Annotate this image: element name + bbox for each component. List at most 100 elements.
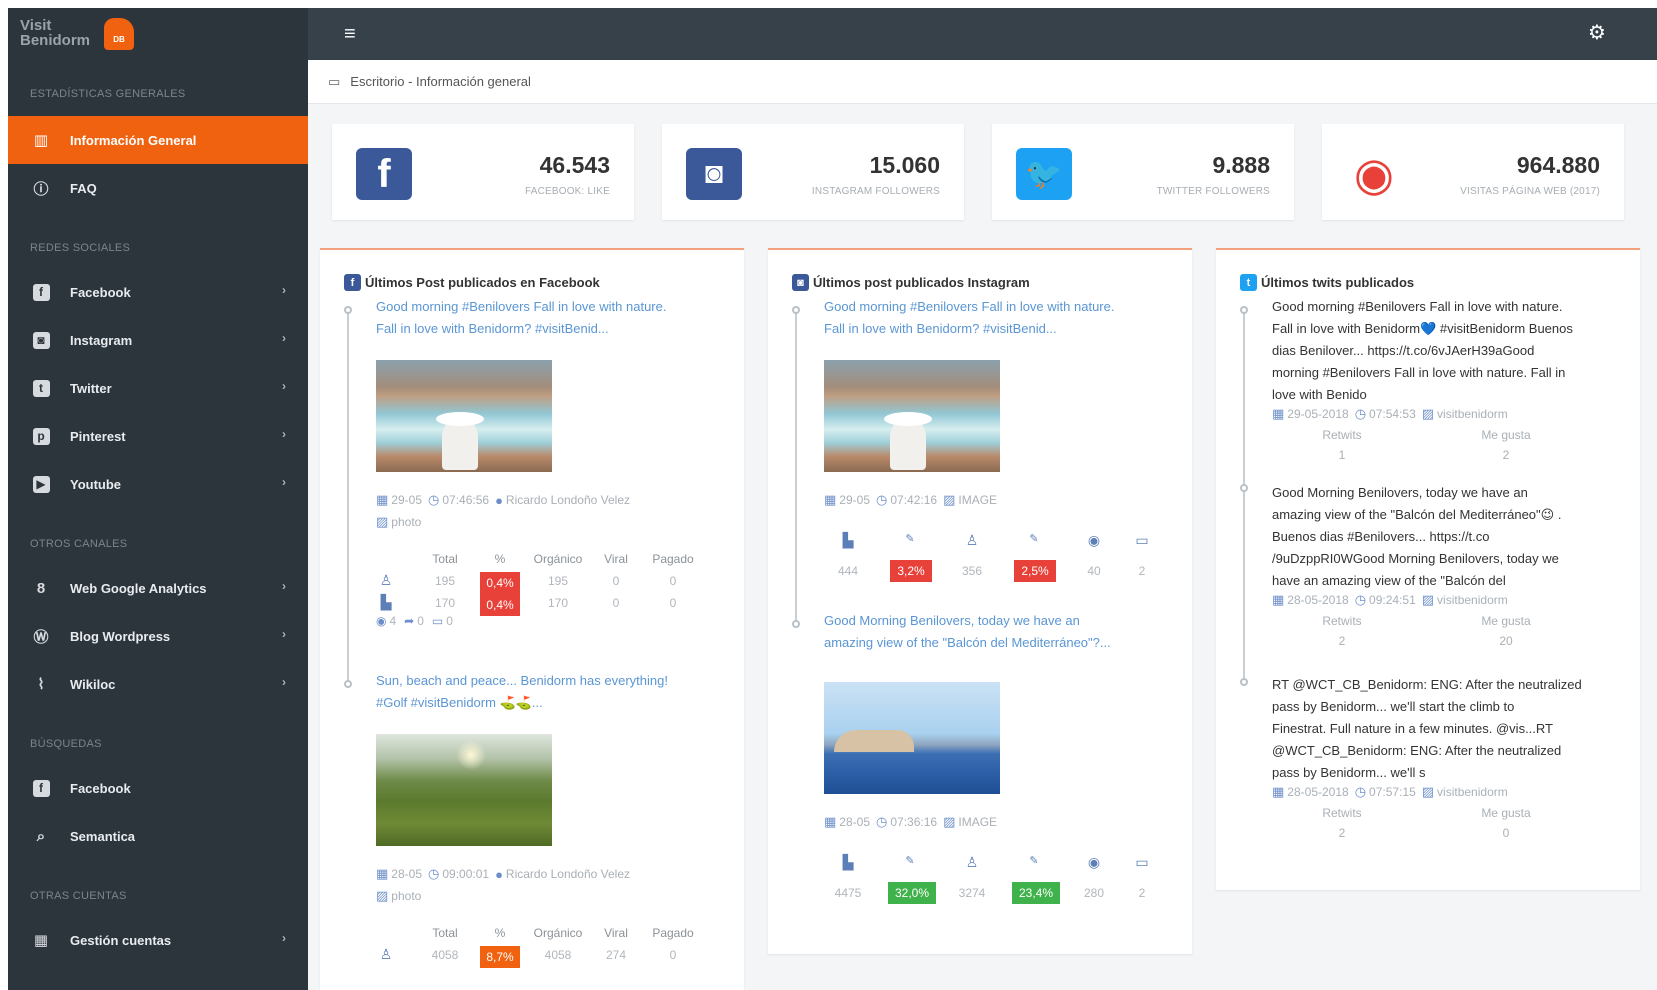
retweets-label: Retwits bbox=[1322, 428, 1362, 442]
post-time: 07:36:16 bbox=[890, 815, 938, 829]
stat-value: 40 bbox=[1087, 564, 1101, 578]
post-link[interactable]: Good morning #Benilovers Fall in love wi… bbox=[824, 296, 1114, 340]
sidebar-item-label: Web Google Analytics bbox=[70, 580, 207, 596]
chevron-right-icon: › bbox=[282, 627, 286, 641]
sidebar-item-analytics[interactable]: 8 Web Google Analytics › bbox=[8, 564, 308, 612]
pencil-icon: ✎ bbox=[905, 855, 915, 867]
image-icon: ▨ bbox=[943, 492, 956, 507]
post-link[interactable]: Good morning #Benilovers Fall in love wi… bbox=[376, 296, 666, 340]
sidebar-item-faq[interactable]: ⓘ FAQ bbox=[8, 164, 308, 212]
monitor-icon: ▭ bbox=[328, 73, 341, 89]
brand-name: Visit Benidorm bbox=[20, 17, 91, 49]
clock-icon: ◷ bbox=[876, 814, 888, 829]
tweet-time: 09:24:51 bbox=[1369, 593, 1416, 607]
stat-value: 444 bbox=[837, 564, 859, 578]
tweet-user[interactable]: visitbenidorm bbox=[1437, 407, 1508, 421]
wikiloc-icon: ⌇ bbox=[37, 676, 45, 693]
timeline-dot bbox=[344, 680, 352, 688]
timeline-dot bbox=[1240, 484, 1248, 492]
google-icon: 8 bbox=[36, 579, 46, 597]
likes-count: 0 bbox=[1502, 826, 1510, 840]
likes-count: 2 bbox=[1502, 448, 1510, 462]
sidebar-item-semantica[interactable]: ⌕ Semantica bbox=[8, 812, 308, 860]
panel-title: t Últimos twits publicados bbox=[1240, 274, 1414, 291]
timeline-dot bbox=[1240, 678, 1248, 686]
sidebar-item-label: Semantica bbox=[70, 828, 136, 844]
sidebar-item-youtube[interactable]: ▶ Youtube › bbox=[8, 460, 308, 508]
sidebar-item-busqueda-facebook[interactable]: f Facebook bbox=[8, 764, 308, 812]
cell: 4058 bbox=[544, 948, 572, 962]
stat-value: 15.060 bbox=[869, 152, 940, 178]
document-icon: ▙ bbox=[842, 532, 854, 548]
stat-label: INSTAGRAM FOLLOWERS bbox=[811, 186, 940, 197]
sidebar-item-wikiloc[interactable]: ⌇ Wikiloc › bbox=[8, 660, 308, 708]
clock-icon: ◷ bbox=[876, 492, 888, 507]
stat-card-instagram: ◙ 15.060 INSTAGRAM FOLLOWERS bbox=[662, 124, 964, 220]
accounts-icon: ▦ bbox=[33, 932, 49, 949]
twitter-icon: t bbox=[1240, 274, 1257, 291]
post-link[interactable]: Sun, beach and peace... Benidorm has eve… bbox=[376, 670, 668, 714]
sidebar-section-otras: OTRAS CUENTAS bbox=[30, 890, 127, 902]
post-author: Ricardo Londoño Velez bbox=[505, 867, 631, 881]
breadcrumb: ▭ Escritorio - Información general bbox=[308, 60, 1657, 104]
panel-facebook: f Últimos Post publicados en Facebook Go… bbox=[320, 248, 744, 990]
eye-icon: ◉ bbox=[1087, 854, 1101, 870]
brand-badge-icon: DB bbox=[104, 18, 134, 50]
hat-figure bbox=[884, 412, 932, 426]
post-link[interactable]: Good Morning Benilovers, today we have a… bbox=[824, 610, 1111, 654]
gear-icon[interactable]: ⚙ bbox=[1586, 22, 1608, 44]
timeline-dot bbox=[344, 306, 352, 314]
sidebar-item-label: Facebook bbox=[70, 284, 131, 300]
sidebar-item-label: Blog Wordpress bbox=[70, 628, 171, 644]
stat-card-web: ◉ 964.880 VISITAS PÁGINA WEB (2017) bbox=[1322, 124, 1624, 220]
sidebar-item-twitter[interactable]: t Twitter › bbox=[8, 364, 308, 412]
pencil-icon: ✎ bbox=[1029, 533, 1039, 545]
calendar-icon: ▦ bbox=[1272, 592, 1285, 607]
breadcrumb-text: Escritorio - Información general bbox=[350, 74, 531, 89]
facebook-icon: f bbox=[30, 777, 52, 799]
col-total: Total bbox=[432, 926, 458, 940]
comment-count: 0 bbox=[446, 614, 453, 628]
instagram-icon: ◙ bbox=[792, 274, 809, 291]
post-time: 09:00:01 bbox=[442, 867, 490, 881]
cell: 4058 bbox=[431, 948, 459, 962]
sidebar-item-pinterest[interactable]: p Pinterest › bbox=[8, 412, 308, 460]
cell: 0 bbox=[669, 574, 677, 588]
user-icon: ▨ bbox=[1421, 784, 1435, 799]
logo[interactable]: Visit Benidorm DB bbox=[8, 8, 308, 60]
clock-icon: ◷ bbox=[1354, 406, 1367, 421]
post-meta: ▦ 28-05 ◷ 07:36:16 ▨ IMAGE bbox=[824, 814, 997, 830]
sidebar-item-instagram[interactable]: ◙ Instagram › bbox=[8, 316, 308, 364]
post-image[interactable] bbox=[824, 360, 1000, 472]
sidebar-section-redes: REDES SOCIALES bbox=[30, 242, 131, 254]
post-image[interactable] bbox=[824, 682, 1000, 794]
facebook-icon: f bbox=[356, 148, 412, 200]
timeline-line bbox=[1243, 310, 1245, 682]
share-icon: ➦ bbox=[404, 614, 415, 628]
sidebar-item-info-general[interactable]: ▥ Información General bbox=[8, 116, 308, 164]
panel-title: f Últimos Post publicados en Facebook bbox=[344, 274, 600, 291]
cell: 274 bbox=[605, 948, 627, 962]
sidebar-item-label: Wikiloc bbox=[70, 676, 116, 692]
instagram-icon: ◙ bbox=[686, 148, 742, 200]
timeline-line bbox=[347, 310, 349, 684]
eye-icon: ◉ bbox=[1087, 532, 1101, 548]
pct-badge: 0,4% bbox=[480, 594, 520, 616]
image-icon: ▨ bbox=[943, 814, 956, 829]
tweet-user[interactable]: visitbenidorm bbox=[1437, 593, 1508, 607]
tweet-user[interactable]: visitbenidorm bbox=[1437, 785, 1508, 799]
pencil-icon: ✎ bbox=[1029, 855, 1039, 867]
hat-figure bbox=[436, 412, 484, 426]
sidebar-item-gestion[interactable]: ▦ Gestión cuentas › bbox=[8, 916, 308, 964]
post-image[interactable] bbox=[376, 360, 552, 472]
image-icon: ▨ bbox=[376, 888, 389, 903]
sidebar-item-wordpress[interactable]: Ⓦ Blog Wordpress › bbox=[8, 612, 308, 660]
post-type-label: photo bbox=[391, 889, 422, 903]
sidebar-item-facebook[interactable]: f Facebook › bbox=[8, 268, 308, 316]
timeline-dot bbox=[1240, 306, 1248, 314]
post-image[interactable] bbox=[376, 734, 552, 846]
sidebar-section-busquedas: BÚSQUEDAS bbox=[30, 738, 102, 750]
calendar-icon: ▦ bbox=[1272, 406, 1285, 421]
menu-toggle-icon[interactable]: ≡ bbox=[344, 24, 366, 44]
comment-icon: ▭ bbox=[1135, 532, 1149, 548]
